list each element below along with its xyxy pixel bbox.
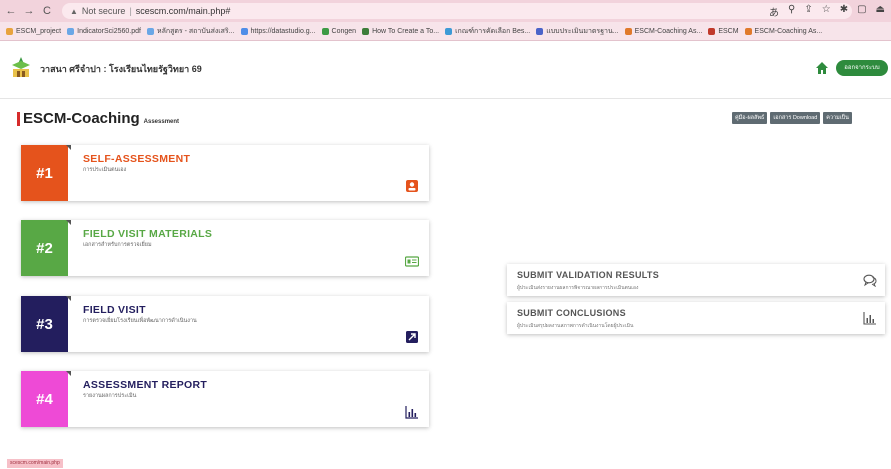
bookmark-item[interactable]: ESCM-Coaching As... [624, 27, 703, 35]
card-self-assessment[interactable]: #1 SELF-ASSESSMENT การประเมินตนเอง [21, 145, 429, 201]
card-subtitle: รายงานผลการประเมิน [83, 393, 137, 399]
side-card-subtitle: ผู้ประเมินสรุปผลงานสภาพการดำเนินงานโดยผู… [517, 323, 634, 329]
zoom-icon[interactable]: ⚲ [788, 4, 795, 19]
bookmark-icon [67, 27, 75, 35]
card-fold [66, 296, 71, 301]
warning-icon: ▲ [70, 6, 78, 16]
bookmark-label: Congen [331, 27, 357, 35]
bookmark-label: https://datastudio.g... [250, 27, 316, 35]
side-card-title: SUBMIT CONCLUSIONS [517, 308, 626, 318]
download-button[interactable]: เอกสาร Download [770, 112, 821, 124]
bookmark-icon [744, 27, 752, 35]
tool-buttons: คู่มือ-ผลลัพธ์ เอกสาร Download ความเป็น [732, 112, 852, 124]
bookmark-item[interactable]: เกณฑ์การคัดเลือก Bes... [445, 26, 530, 37]
bookmark-star-icon[interactable]: ☆ [822, 4, 831, 19]
page-title-sub: Assessment [143, 119, 180, 125]
bookmark-icon [146, 27, 154, 35]
side-card-title: SUBMIT VALIDATION RESULTS [517, 270, 659, 280]
card-title: ASSESSMENT REPORT [83, 379, 208, 391]
bookmark-item[interactable]: ESCM_project [6, 27, 62, 35]
bookmark-item[interactable]: IndicatorSci2560.pdf [67, 27, 141, 35]
share-icon[interactable]: ⇪ [804, 4, 812, 19]
address-bar[interactable]: ▲ Not secure | scescm.com/main.php# [62, 3, 852, 19]
translate-icon[interactable]: あ [769, 4, 779, 19]
id-card-icon[interactable] [405, 254, 419, 268]
card-title: FIELD VISIT MATERIALS [83, 228, 213, 240]
bookmark-label: ESCM-Coaching As... [754, 27, 823, 35]
card-title: SELF-ASSESSMENT [83, 153, 191, 165]
card-field-visit-materials[interactable]: #2 FIELD VISIT MATERIALS เอกสารสำหรับการ… [21, 220, 429, 276]
bookmark-icon [362, 27, 370, 35]
forward-icon[interactable]: → [22, 5, 36, 17]
logout-button[interactable]: ออกจากระบบ [836, 60, 888, 76]
bookmark-label: หลักสูตร - สถาบันส่งเสริ... [156, 27, 235, 35]
card-submit-validation[interactable]: SUBMIT VALIDATION RESULTS ผู้ประเมินส่งร… [507, 264, 885, 296]
bookmark-label: ESCM_project [16, 27, 62, 35]
card-number: #2 [21, 220, 68, 276]
bookmark-icon [6, 27, 13, 35]
bar-chart-icon[interactable] [863, 311, 877, 325]
school-logo-icon [12, 57, 30, 77]
bookmark-item[interactable]: https://datastudio.g... [240, 27, 316, 35]
browser-actions: あ ⚲ ⇪ ☆ ✱ ▢ ⏏ [769, 4, 885, 19]
bookmark-item[interactable]: ESCM-Coaching As... [744, 27, 823, 35]
card-fold [66, 371, 71, 376]
user-badge-icon[interactable] [405, 179, 419, 193]
sidepanel-icon[interactable]: ▢ [857, 4, 866, 19]
side-card-subtitle: ผู้ประเมินส่งรายงานผลการพิจารณาผลการประเ… [517, 285, 639, 291]
manual-button[interactable]: คู่มือ-ผลลัพธ์ [732, 112, 768, 124]
bookmark-icon [321, 27, 329, 35]
bookmark-item[interactable]: How To Create a To... [362, 27, 440, 35]
status-url: scescm.com/main.php [7, 459, 63, 468]
url-text: scescm.com/main.php# [135, 6, 231, 16]
not-secure-label: Not secure [81, 6, 126, 16]
info-button[interactable]: ความเป็น [823, 112, 852, 124]
card-title: FIELD VISIT [83, 304, 146, 316]
card-subtitle: การตรวจเยี่ยมโรงเรียนเพื่อพัฒนาการดำเนิน… [83, 318, 197, 324]
bookmark-item[interactable]: ESCM [708, 27, 739, 35]
extensions-icon[interactable]: ✱ [840, 4, 848, 19]
user-school-label: วาสนา ศรีจำปา : โรงเรียนไทยรัฐวิทยา 69 [40, 64, 202, 74]
bookmark-label: IndicatorSci2560.pdf [77, 27, 141, 35]
bookmark-label: แบบประเมินมาตรฐาน... [546, 27, 619, 35]
page-title: ESCM-Coaching Assessment [17, 110, 179, 127]
app-header: วาสนา ศรีจำปา : โรงเรียนไทยรัฐวิทยา 69 อ… [0, 41, 891, 99]
card-number: #3 [21, 296, 68, 352]
title-accent-bar [17, 111, 20, 126]
bookmarks-bar: ESCM_project IndicatorSci2560.pdf หลักสู… [0, 22, 891, 41]
bookmark-label: ESCM-Coaching As... [634, 27, 703, 35]
card-number: #4 [21, 371, 68, 427]
comments-icon[interactable] [863, 273, 877, 287]
card-number: #1 [21, 145, 68, 201]
bookmark-label: ESCM [718, 27, 739, 35]
back-icon[interactable]: ← [4, 5, 18, 17]
card-fold [66, 145, 71, 150]
bookmark-icon [708, 27, 716, 35]
bookmark-item[interactable]: หลักสูตร - สถาบันส่งเสริ... [146, 26, 235, 37]
bookmark-icon [240, 27, 248, 35]
bookmark-item[interactable]: แบบประเมินมาตรฐาน... [536, 26, 619, 37]
bookmark-icon [536, 27, 544, 35]
bookmark-label: How To Create a To... [372, 27, 440, 35]
card-submit-conclusions[interactable]: SUBMIT CONCLUSIONS ผู้ประเมินสรุปผลงานสภ… [507, 302, 885, 334]
bar-chart-icon[interactable] [405, 405, 419, 419]
card-field-visit[interactable]: #3 FIELD VISIT การตรวจเยี่ยมโรงเรียนเพื่… [21, 296, 429, 352]
bookmark-icon [445, 27, 453, 35]
page-title-main: ESCM-Coaching [23, 110, 140, 127]
card-subtitle: เอกสารสำหรับการตรวจเยี่ยม [83, 242, 152, 248]
home-icon[interactable] [815, 61, 829, 75]
address-separator: | [129, 6, 132, 16]
card-fold [66, 220, 71, 225]
profile-icon[interactable]: ⏏ [876, 4, 885, 19]
external-link-icon[interactable] [405, 330, 419, 344]
bookmark-label: เกณฑ์การคัดเลือก Bes... [455, 27, 531, 35]
card-subtitle: การประเมินตนเอง [83, 167, 127, 173]
card-assessment-report[interactable]: #4 ASSESSMENT REPORT รายงานผลการประเมิน [21, 371, 429, 427]
browser-toolbar: ← → C ▲ Not secure | scescm.com/main.php… [0, 0, 891, 22]
reload-icon[interactable]: C [40, 5, 54, 17]
bookmark-icon [624, 27, 632, 35]
bookmark-item[interactable]: Congen [321, 27, 357, 35]
